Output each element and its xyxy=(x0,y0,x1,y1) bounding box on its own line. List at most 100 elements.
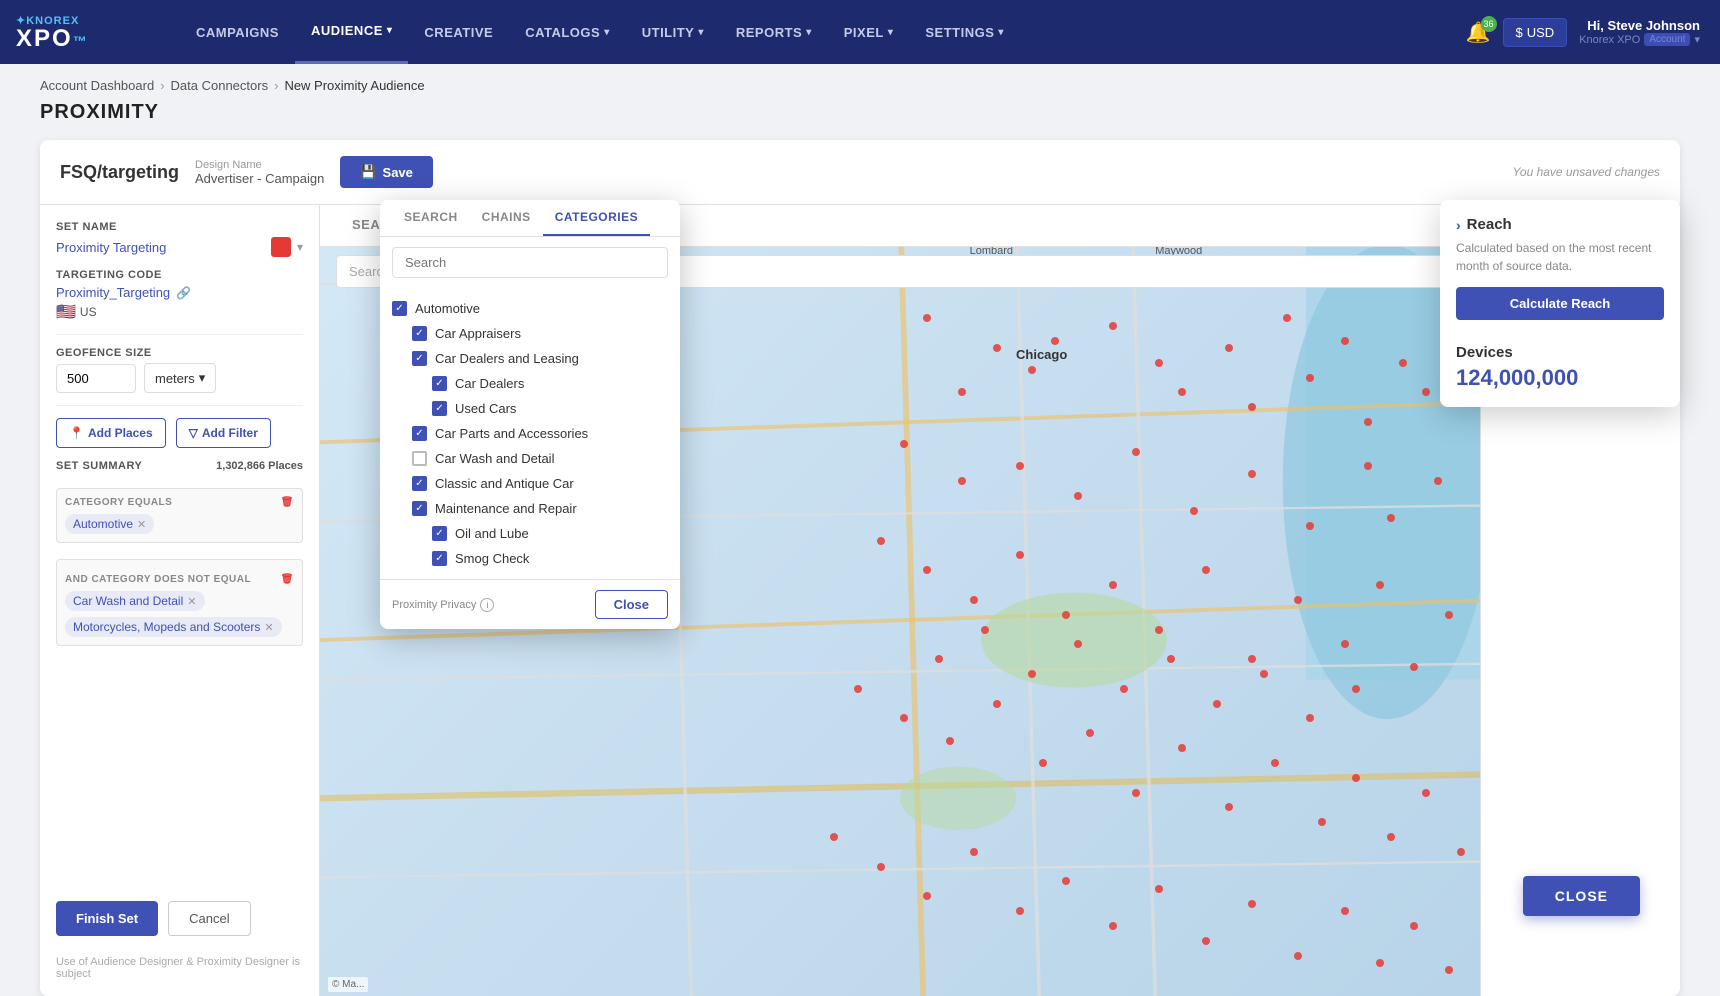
card-header: FSQ/targeting Design Name Advertiser - C… xyxy=(40,140,1680,205)
add-places-button[interactable]: 📍 Add Places xyxy=(56,418,166,448)
classic-car-checkbox[interactable] xyxy=(412,476,427,491)
car-dealers-checkbox[interactable] xyxy=(432,376,447,391)
targeting-code-value[interactable]: Proximity_Targeting xyxy=(56,285,170,300)
modal-item-car-parts: Car Parts and Accessories xyxy=(392,421,668,446)
logo-area[interactable]: ✦KNOREX XPO™ xyxy=(0,0,180,64)
breadcrumb-data-connectors[interactable]: Data Connectors xyxy=(171,78,269,93)
remove-automotive-icon[interactable]: ✕ xyxy=(137,518,146,531)
map-location-dot xyxy=(1248,403,1256,411)
geofence-unit-dropdown[interactable]: meters ▾ xyxy=(144,363,216,393)
map-location-dot xyxy=(1352,774,1360,782)
map-location-dot xyxy=(935,655,943,663)
breadcrumb-sep2: › xyxy=(274,78,278,93)
set-name-chevron-icon[interactable]: ▾ xyxy=(297,240,303,254)
divider-1 xyxy=(56,334,303,335)
map-location-dot xyxy=(1387,833,1395,841)
currency-button[interactable]: $ USD xyxy=(1503,18,1568,47)
map-location-dot xyxy=(1445,611,1453,619)
nav-utility[interactable]: UTILITY ▾ xyxy=(626,0,720,64)
modal-item-smog-check: Smog Check xyxy=(392,546,668,571)
bottom-buttons: Finish Set Cancel xyxy=(56,891,303,936)
nav-reports[interactable]: REPORTS ▾ xyxy=(720,0,828,64)
modal-item-automotive: Automotive xyxy=(392,296,668,321)
map-location-dot xyxy=(1074,640,1082,648)
save-button[interactable]: 💾 Save xyxy=(340,156,433,188)
map-location-dot xyxy=(1178,388,1186,396)
calculate-reach-button[interactable]: Calculate Reach xyxy=(1456,287,1664,320)
oil-lube-checkbox[interactable] xyxy=(432,526,447,541)
finish-set-button[interactable]: Finish Set xyxy=(56,901,158,936)
car-dealers-leasing-checkbox[interactable] xyxy=(412,351,427,366)
smog-check-checkbox[interactable] xyxy=(432,551,447,566)
modal-tabs: SEARCH CHAINS CATEGORIES xyxy=(380,200,680,237)
map-location-dot xyxy=(946,737,954,745)
geofence-chevron-icon: ▾ xyxy=(199,370,206,386)
map-location-dot xyxy=(1364,462,1372,470)
cancel-button[interactable]: Cancel xyxy=(168,901,250,936)
delete-exclude-icon[interactable]: 🗑 xyxy=(281,574,294,585)
nav-creative[interactable]: CREATIVE xyxy=(408,0,509,64)
nav-pixel[interactable]: PIXEL ▾ xyxy=(828,0,910,64)
geofence-input[interactable] xyxy=(56,364,136,393)
map-location-dot xyxy=(970,596,978,604)
map-location-dot xyxy=(1155,626,1163,634)
car-parts-checkbox[interactable] xyxy=(412,426,427,441)
region-label: US xyxy=(80,305,97,319)
notifications-button[interactable]: 🔔 36 xyxy=(1466,20,1491,45)
car-wash-checkbox[interactable] xyxy=(412,451,427,466)
map-location-dot xyxy=(1445,966,1453,974)
map-location-dot xyxy=(1306,714,1314,722)
map-location-dot xyxy=(1434,477,1442,485)
main-card: FSQ/targeting Design Name Advertiser - C… xyxy=(40,140,1680,996)
nav-campaigns[interactable]: CAMPAIGNS xyxy=(180,0,295,64)
modal-close-button[interactable]: Close xyxy=(595,590,668,619)
user-menu[interactable]: Hi, Steve Johnson Knorex XPO Account ▾ xyxy=(1579,18,1700,46)
map-location-dot xyxy=(1109,581,1117,589)
modal-tab-search[interactable]: SEARCH xyxy=(392,200,470,236)
nav-catalogs[interactable]: CATALOGS ▾ xyxy=(509,0,626,64)
and-not-label: AND CATEGORY DOES NOT EQUAL 🗑 xyxy=(65,574,294,585)
remove-car-wash-icon[interactable]: ✕ xyxy=(187,595,196,608)
reach-popup-devices-label: Devices xyxy=(1456,344,1664,361)
modal-search-input[interactable] xyxy=(392,247,668,278)
remove-motorcycles-icon[interactable]: ✕ xyxy=(264,621,273,634)
maintenance-repair-checkbox[interactable] xyxy=(412,501,427,516)
design-name-area: Design Name Advertiser - Campaign xyxy=(195,159,324,186)
breadcrumb-account[interactable]: Account Dashboard xyxy=(40,78,154,93)
breadcrumb-sep1: › xyxy=(160,78,164,93)
automotive-checkbox[interactable] xyxy=(392,301,407,316)
category-modal: SEARCH CHAINS CATEGORIES Automotive Car … xyxy=(380,200,680,629)
map-location-dot xyxy=(1248,900,1256,908)
modal-item-car-dealers-leasing: Car Dealers and Leasing xyxy=(392,346,668,371)
map-location-dot xyxy=(1318,818,1326,826)
set-name-value[interactable]: Proximity Targeting xyxy=(56,240,166,255)
add-filter-button[interactable]: ▽ Add Filter xyxy=(176,418,271,448)
delete-category-equals-icon[interactable]: 🗑 xyxy=(281,497,294,508)
map-location-dot xyxy=(1248,655,1256,663)
modal-item-maintenance-repair: Maintenance and Repair xyxy=(392,496,668,521)
motorcycles-filter-tag: Motorcycles, Mopeds and Scooters ✕ xyxy=(65,617,282,637)
map-location-dot xyxy=(1457,848,1465,856)
modal-tab-chains[interactable]: CHAINS xyxy=(470,200,543,236)
map-location-dot xyxy=(1016,462,1024,470)
map-location-dot xyxy=(1341,640,1349,648)
card-body: Set Name Proximity Targeting ▾ Targeting… xyxy=(40,205,1680,996)
modal-item-oil-lube: Oil and Lube xyxy=(392,521,668,546)
page-title: PROXIMITY xyxy=(40,101,1680,124)
modal-tab-categories[interactable]: CATEGORIES xyxy=(543,200,650,236)
map-location-dot xyxy=(854,685,862,693)
left-panel: Set Name Proximity Targeting ▾ Targeting… xyxy=(40,205,320,996)
used-cars-checkbox[interactable] xyxy=(432,401,447,416)
nav-settings[interactable]: SETTINGS ▾ xyxy=(909,0,1020,64)
audience-chevron-icon: ▾ xyxy=(387,25,393,36)
divider-2 xyxy=(56,405,303,406)
settings-chevron-icon: ▾ xyxy=(998,27,1004,38)
geofence-label: Geofence size xyxy=(56,347,303,359)
filter-icon: ▽ xyxy=(189,426,198,440)
map-location-dot xyxy=(970,848,978,856)
close-bottom-button[interactable]: CLOSE xyxy=(1523,876,1640,916)
nav-audience[interactable]: AUDIENCE ▾ xyxy=(295,0,408,64)
map-location-dot xyxy=(1376,581,1384,589)
car-appraisers-checkbox[interactable] xyxy=(412,326,427,341)
map-location-dot xyxy=(1364,418,1372,426)
